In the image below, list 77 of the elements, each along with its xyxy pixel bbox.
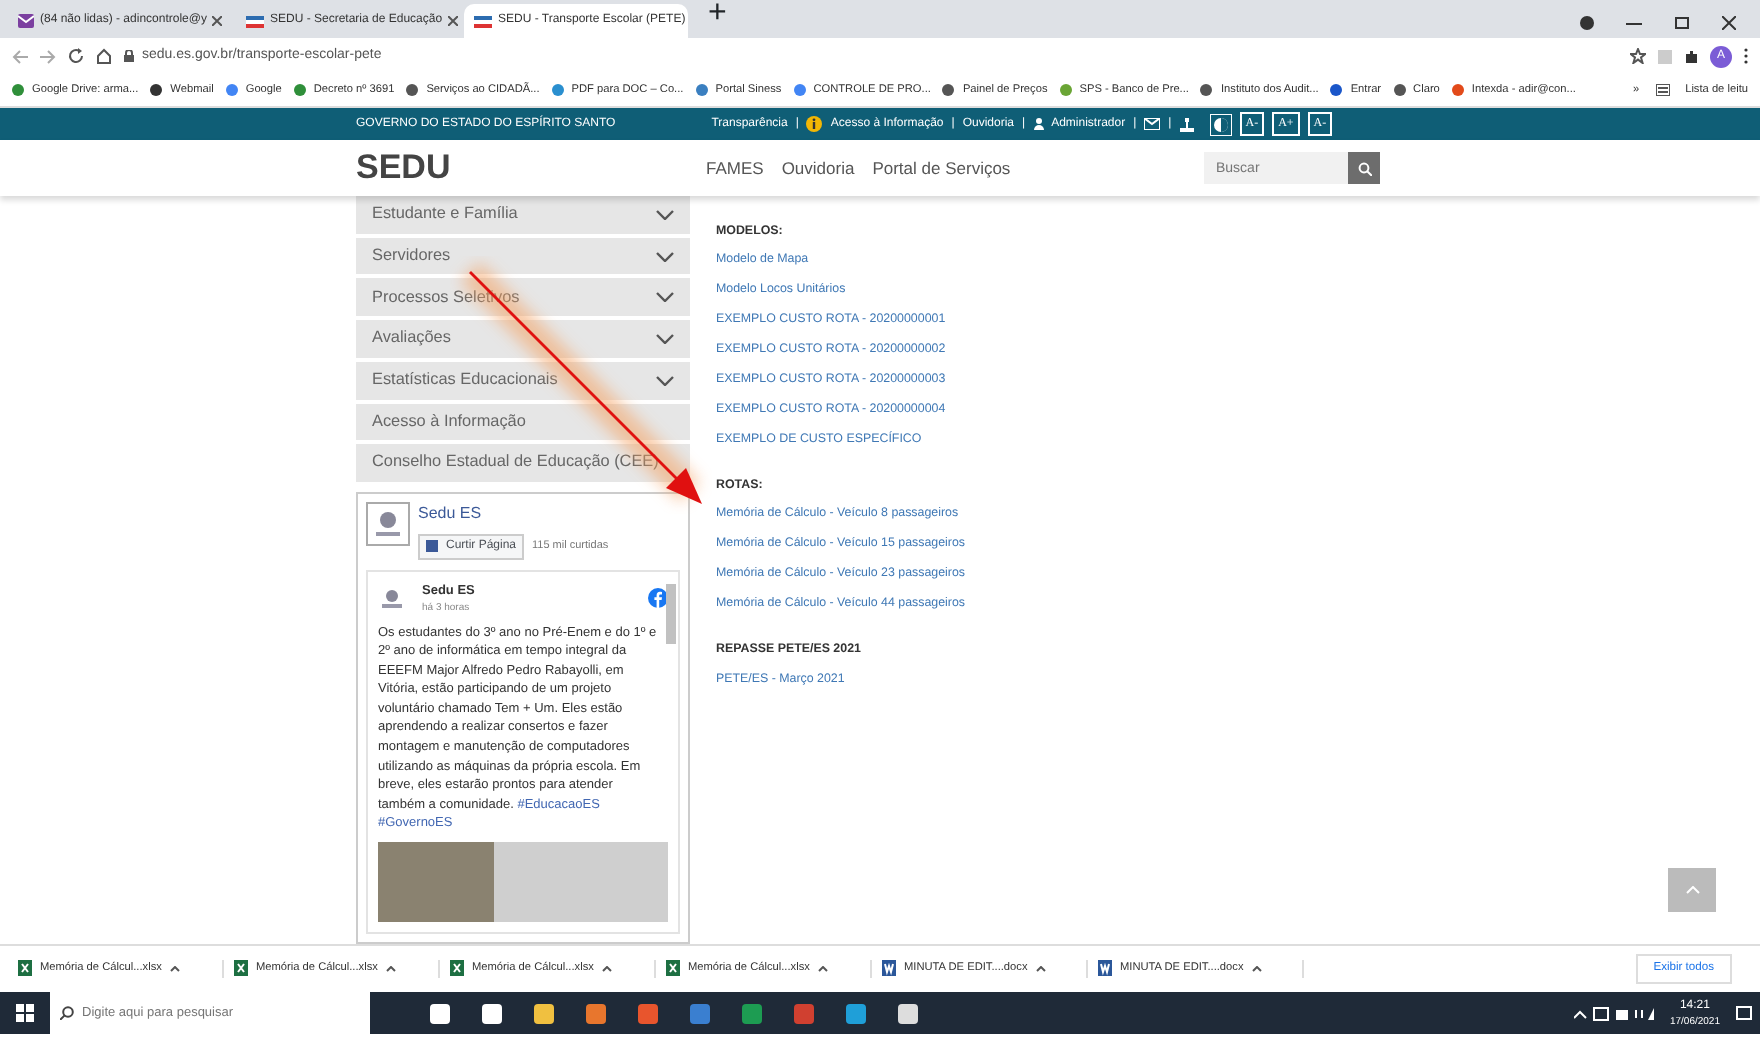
page-name[interactable]: Sedu ES [418,501,609,526]
sidebar-item[interactable]: Servidores [356,237,690,275]
chevron-up-icon[interactable] [817,965,828,972]
flag-icon [246,15,264,27]
bookmark-icon [293,83,306,96]
document-file-icon [882,960,896,977]
home-icon[interactable] [96,48,112,64]
chevron-down-icon [656,375,674,386]
spreadsheet-file-icon [450,960,464,977]
chevron-down-icon [656,209,674,220]
close-icon[interactable] [212,16,223,26]
chevron-up-icon[interactable] [601,965,612,972]
bookmark-icon [551,83,564,96]
star-icon[interactable] [1630,48,1646,64]
page-logo-icon [378,584,406,613]
site-logo[interactable]: SEDU [356,142,706,194]
spreadsheet-file-icon [18,960,32,977]
nav-link[interactable]: Ouvidoria [781,155,855,181]
spreadsheet-file-icon [234,960,248,977]
sidebar-item[interactable]: Conselho Estadual de Educação (CEE) [356,444,690,482]
chevron-up-icon[interactable] [1035,965,1046,972]
search-icon [1357,161,1371,175]
puzzle-icon[interactable] [1684,49,1698,63]
bookmark-icon [942,83,955,96]
document-file-icon [1098,960,1112,977]
spreadsheet-file-icon [666,960,680,977]
contrast-icon[interactable] [1209,113,1232,135]
facebook-icon [426,540,438,553]
page-logo-icon [366,501,410,546]
bookmark-icon [793,83,806,96]
bookmark-icon [695,83,708,96]
chevron-down-icon [656,292,674,303]
info-icon [806,116,823,132]
bookmark-icon [406,83,419,96]
bookmark-icon [1059,83,1072,96]
user-icon [1033,118,1044,130]
sidebar-item[interactable]: Estatísticas Educacionais [356,361,690,400]
search-button[interactable] [1348,152,1380,184]
bookmark-icon [150,83,163,96]
reload-icon[interactable] [68,48,84,64]
restore-icon[interactable] [1674,16,1690,30]
taskbar-app-icon[interactable] [430,1003,450,1023]
search-icon [60,1006,74,1020]
taskbar-app-icon[interactable] [898,1003,918,1023]
bookmark-icon [1451,83,1464,96]
chevron-up-icon[interactable] [1251,965,1262,972]
email-icon[interactable] [1144,118,1161,130]
close-icon[interactable] [1722,16,1736,30]
sidebar-item[interactable]: Avaliações [356,320,690,358]
chevron-down-icon [656,251,674,262]
notification-icon[interactable] [1736,1005,1752,1021]
chevron-up-icon[interactable] [169,965,180,972]
bookmark-icon [1200,83,1213,96]
windows-start-icon[interactable] [16,1004,34,1022]
sidebar-item[interactable]: Estudante e Família [356,196,690,234]
taskbar-app-icon[interactable] [534,1003,554,1023]
close-icon[interactable] [448,16,459,26]
taskbar-app-icon[interactable] [482,1003,502,1023]
flag-icon [474,15,492,27]
reading-list-icon [1655,83,1670,96]
bookmark-icon [12,83,24,96]
chevron-up-icon [1685,886,1699,894]
sitemap-icon[interactable] [1179,117,1194,131]
lock-icon [124,50,134,62]
account-icon[interactable] [1580,16,1594,30]
nav-link[interactable]: Portal de Serviços [872,155,1011,181]
nav-link[interactable]: FAMES [706,155,764,181]
bookmark-icon [1330,83,1343,96]
mail-icon [18,14,34,28]
sidebar-item[interactable]: Acesso à Informação [356,403,690,441]
bookmark-icon [1393,83,1406,96]
chevron-down-icon [656,333,674,344]
tray-icons-icon[interactable] [1573,1005,1654,1021]
new-tab-button[interactable]: + [692,0,743,38]
bookmark-icon [225,83,238,96]
scrollbar-thumb[interactable] [666,583,676,644]
chevron-up-icon[interactable] [385,965,396,972]
